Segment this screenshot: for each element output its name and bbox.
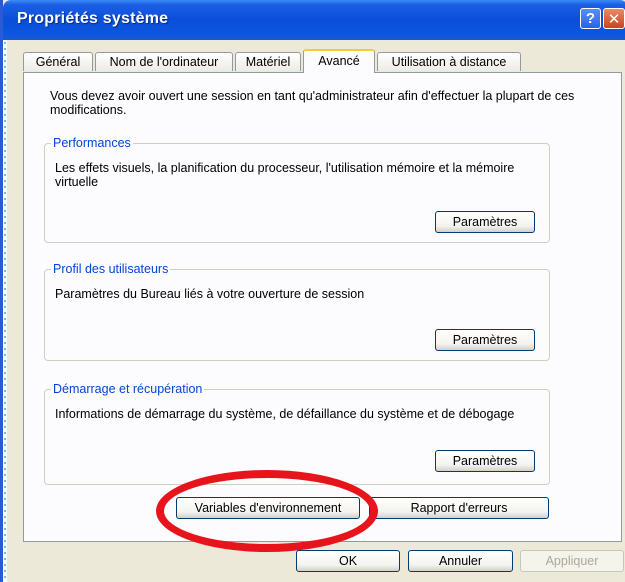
- help-icon: ?: [585, 10, 596, 27]
- group-title-startup-recovery: Démarrage et récupération: [51, 382, 205, 396]
- tab-advanced[interactable]: Avancé: [303, 49, 375, 73]
- admin-notice: Vous devez avoir ouvert une session en t…: [50, 89, 575, 117]
- environment-variables-button[interactable]: Variables d'environnement: [176, 497, 360, 519]
- ok-button[interactable]: OK: [296, 550, 400, 572]
- error-reporting-button[interactable]: Rapport d'erreurs: [369, 497, 549, 519]
- cancel-button[interactable]: Annuler: [408, 550, 513, 572]
- title-bar[interactable]: Propriétés système ? ✕: [3, 0, 625, 40]
- tab-hardware[interactable]: Matériel: [235, 52, 301, 71]
- tab-remote[interactable]: Utilisation à distance: [377, 52, 521, 71]
- group-title-user-profiles: Profil des utilisateurs: [51, 262, 171, 276]
- help-button[interactable]: ?: [580, 8, 601, 29]
- tab-general[interactable]: Général: [23, 52, 93, 71]
- advanced-tab-panel: Vous devez avoir ouvert une session en t…: [23, 72, 622, 542]
- group-desc-startup-recovery: Informations de démarrage du système, de…: [55, 407, 515, 421]
- tab-computer-name[interactable]: Nom de l'ordinateur: [95, 52, 233, 71]
- close-icon: ✕: [607, 10, 621, 28]
- group-desc-user-profiles: Paramètres du Bureau liés à votre ouvert…: [55, 287, 365, 301]
- group-user-profiles: Profil des utilisateurs Paramètres du Bu…: [44, 262, 550, 361]
- window-title: Propriétés système: [17, 10, 169, 27]
- startup-recovery-settings-button[interactable]: Paramètres: [435, 450, 535, 472]
- user-profiles-settings-button[interactable]: Paramètres: [435, 329, 535, 351]
- background-edge: [3, 40, 7, 582]
- system-properties-dialog: Propriétés système ? ✕ Général Nom de l'…: [0, 0, 625, 582]
- group-title-performance: Performances: [51, 136, 133, 150]
- apply-button[interactable]: Appliquer: [520, 550, 624, 572]
- group-performance: Performances Les effets visuels, la plan…: [44, 136, 550, 243]
- performance-settings-button[interactable]: Paramètres: [435, 211, 535, 233]
- close-button[interactable]: ✕: [603, 8, 625, 29]
- group-startup-recovery: Démarrage et récupération Informations d…: [44, 382, 550, 485]
- group-desc-performance: Les effets visuels, la planification du …: [55, 161, 515, 189]
